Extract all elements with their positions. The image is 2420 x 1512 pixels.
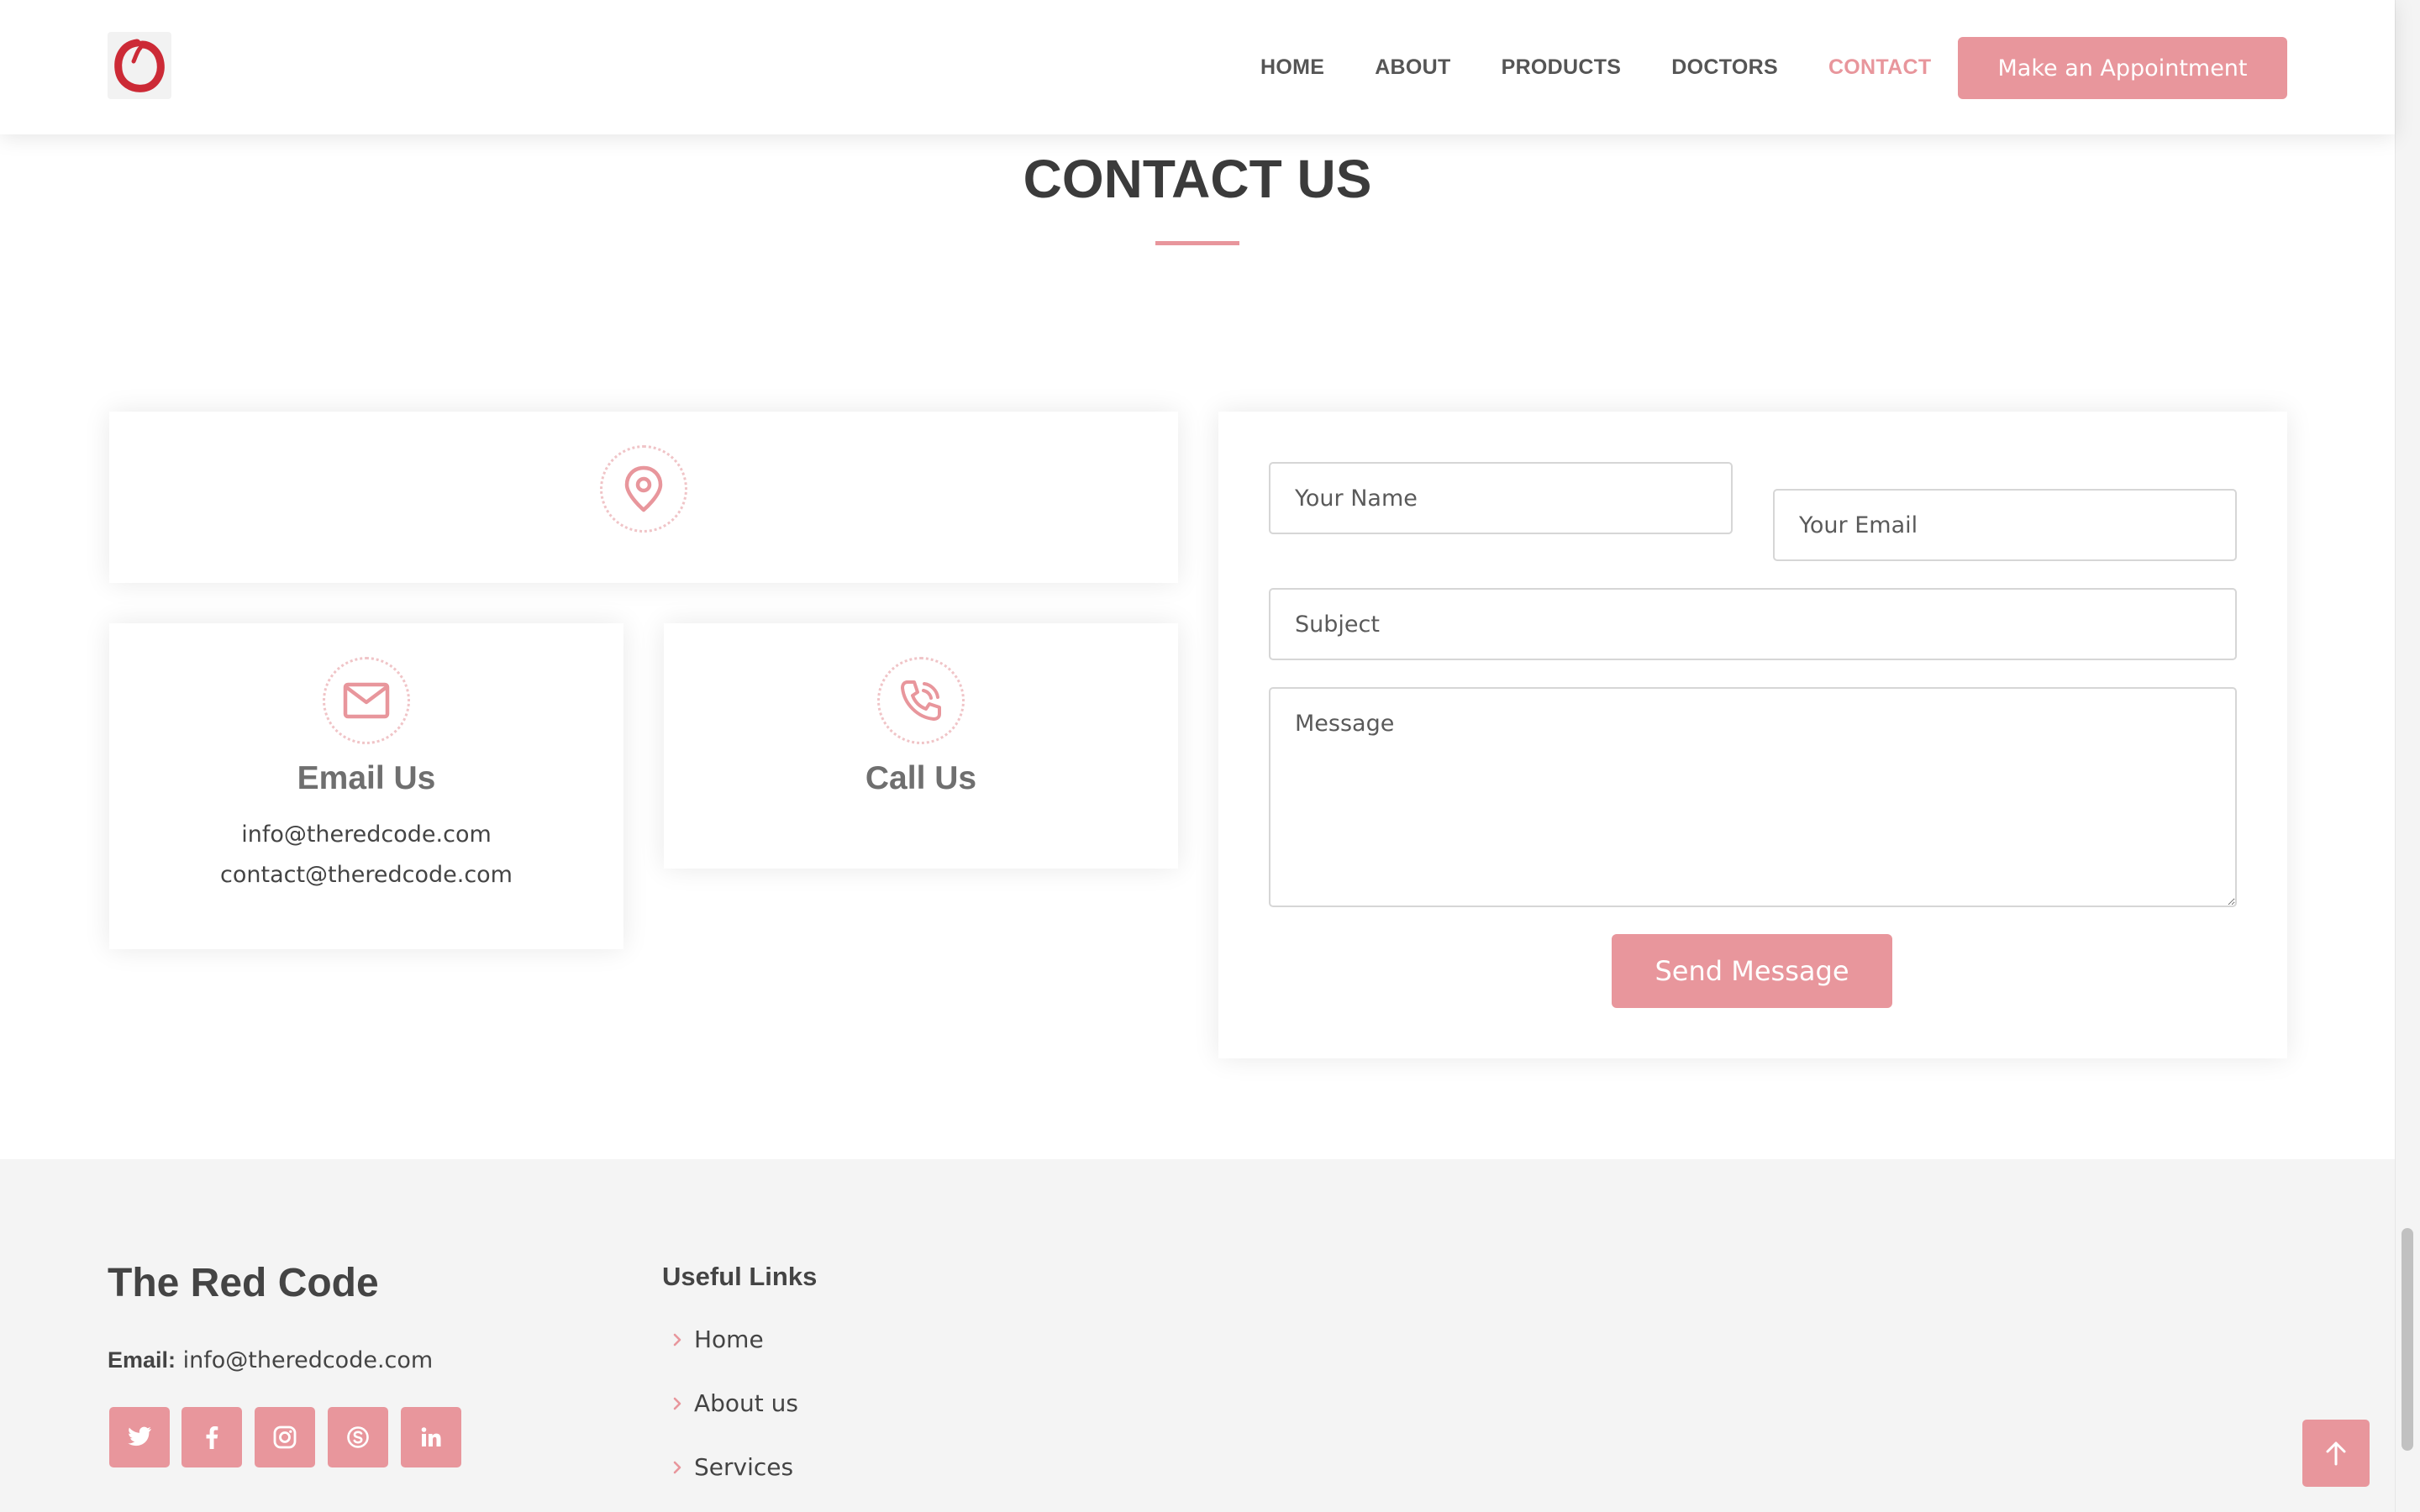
page-title: CONTACT US bbox=[1023, 149, 1372, 209]
social-linkedin[interactable] bbox=[401, 1407, 461, 1467]
social-skype[interactable] bbox=[328, 1407, 388, 1467]
instagram-icon bbox=[273, 1425, 297, 1449]
footer-email: Email: info@theredcode.com bbox=[108, 1347, 433, 1373]
send-message-button[interactable]: Send Message bbox=[1612, 934, 1892, 1008]
social-twitter[interactable] bbox=[109, 1407, 170, 1467]
map-pin-icon bbox=[624, 465, 663, 512]
footer-link-label: Services bbox=[694, 1453, 794, 1481]
logo[interactable] bbox=[108, 32, 171, 99]
main-nav: HOME ABOUT PRODUCTS DOCTORS CONTACT bbox=[1260, 0, 1981, 134]
useful-links-title: Useful Links bbox=[662, 1262, 818, 1291]
arrow-up-icon bbox=[2326, 1441, 2346, 1466]
nav-doctors[interactable]: DOCTORS bbox=[1671, 55, 1778, 80]
footer-link-label: Home bbox=[694, 1326, 764, 1353]
social-instagram[interactable] bbox=[255, 1407, 315, 1467]
scrollbar-thumb[interactable] bbox=[2402, 1228, 2413, 1451]
email-box: Email Us info@theredcode.com contact@the… bbox=[109, 623, 623, 949]
nav-products[interactable]: PRODUCTS bbox=[1502, 55, 1622, 80]
email-field[interactable] bbox=[1773, 489, 2237, 561]
location-box bbox=[109, 412, 1178, 583]
subject-field[interactable] bbox=[1269, 588, 2237, 660]
social-facebook[interactable] bbox=[182, 1407, 242, 1467]
title-underline bbox=[1155, 241, 1239, 245]
phone-call-icon bbox=[901, 680, 941, 721]
back-to-top-button[interactable] bbox=[2302, 1420, 2370, 1487]
nav-home[interactable]: HOME bbox=[1260, 55, 1324, 80]
envelope-icon bbox=[343, 682, 390, 719]
email-heading: Email Us bbox=[297, 760, 436, 796]
skype-icon bbox=[347, 1426, 369, 1448]
email-line-1[interactable]: info@theredcode.com bbox=[109, 822, 623, 848]
chevron-right-icon bbox=[672, 1396, 682, 1411]
make-appointment-button[interactable]: Make an Appointment bbox=[1958, 37, 2287, 99]
twitter-icon bbox=[128, 1426, 151, 1446]
linkedin-icon bbox=[421, 1427, 441, 1446]
footer-link-services[interactable]: Services bbox=[672, 1453, 793, 1481]
email-line-2[interactable]: contact@theredcode.com bbox=[109, 862, 623, 888]
footer-link-label: About us bbox=[694, 1389, 799, 1417]
location-icon-circle bbox=[600, 445, 687, 533]
footer-brand: The Red Code bbox=[108, 1261, 379, 1305]
footer-link-about[interactable]: About us bbox=[672, 1389, 798, 1417]
call-heading: Call Us bbox=[865, 760, 977, 796]
facebook-icon bbox=[206, 1426, 218, 1449]
footer-email-label: Email: bbox=[108, 1347, 176, 1373]
email-icon-circle bbox=[323, 657, 410, 744]
enso-logo-icon bbox=[114, 39, 165, 92]
footer-link-home[interactable]: Home bbox=[672, 1326, 764, 1353]
message-field[interactable] bbox=[1269, 687, 2237, 907]
chevron-right-icon bbox=[672, 1332, 682, 1347]
nav-contact[interactable]: CONTACT bbox=[1828, 55, 1931, 80]
call-icon-circle bbox=[877, 657, 965, 744]
name-field[interactable] bbox=[1269, 462, 1733, 534]
footer-email-value[interactable]: info@theredcode.com bbox=[183, 1347, 434, 1373]
nav-about[interactable]: ABOUT bbox=[1375, 55, 1450, 80]
chevron-right-icon bbox=[672, 1460, 682, 1475]
site-header: HOME ABOUT PRODUCTS DOCTORS CONTACT Make… bbox=[0, 0, 2395, 134]
call-box: Call Us bbox=[664, 623, 1178, 869]
